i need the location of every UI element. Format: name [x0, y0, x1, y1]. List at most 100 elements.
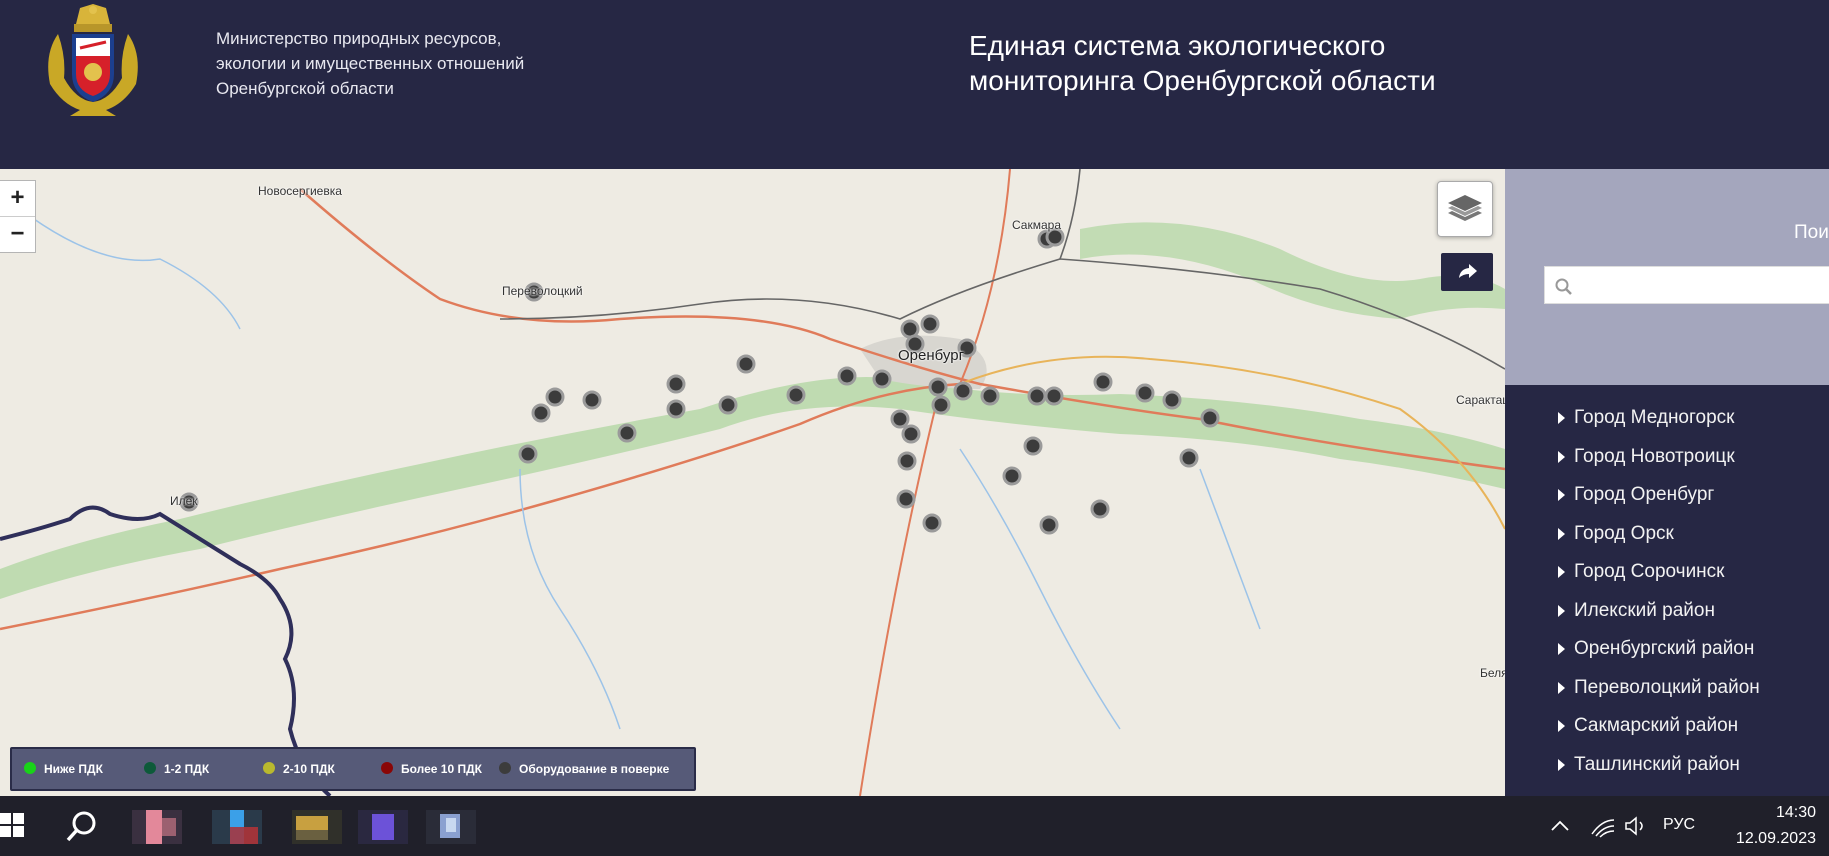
district-item[interactable]: Переволоцкий район: [1505, 674, 1760, 713]
monitoring-station-marker[interactable]: [531, 403, 551, 423]
monitoring-station-marker[interactable]: [582, 390, 602, 410]
district-item[interactable]: Город Новотроицк: [1505, 443, 1760, 482]
monitoring-station-marker[interactable]: [666, 399, 686, 419]
monitoring-station-marker[interactable]: [922, 513, 942, 533]
search-icon: [1555, 278, 1572, 295]
legend-item: Более 10 ПДК: [381, 749, 482, 789]
district-item[interactable]: Город Сорочинск: [1505, 558, 1760, 597]
monitoring-station-marker[interactable]: [1002, 466, 1022, 486]
clock-time[interactable]: 14:30: [1716, 804, 1816, 822]
monitoring-station-marker[interactable]: [1023, 436, 1043, 456]
monitoring-station-marker[interactable]: [931, 395, 951, 415]
legend-dot-icon: [263, 762, 275, 775]
taskbar-search-icon[interactable]: [62, 807, 102, 847]
caret-right-icon: [1558, 643, 1565, 655]
map-base-layer: [0, 169, 1505, 796]
ministry-line: Министерство природных ресурсов,: [216, 29, 502, 48]
zoom-control: + −: [0, 180, 36, 253]
town-label: Илек: [170, 494, 198, 508]
district-item[interactable]: Город Орск: [1505, 520, 1760, 559]
search-input[interactable]: [1544, 266, 1829, 304]
district-label: Переволоцкий район: [1574, 676, 1760, 698]
clock-date[interactable]: 12.09.2023: [1716, 830, 1816, 848]
district-sidebar: Пои Город Медногорск Город Новотроицк Го…: [1505, 169, 1829, 796]
monitoring-station-marker[interactable]: [837, 366, 857, 386]
district-item[interactable]: Илекский район: [1505, 597, 1760, 636]
district-list: Город Медногорск Город Новотроицк Город …: [1505, 404, 1760, 789]
monitoring-station-marker[interactable]: [1027, 386, 1047, 406]
monitoring-station-marker[interactable]: [1179, 448, 1199, 468]
search-label: Пои: [1794, 222, 1829, 243]
caret-right-icon: [1558, 681, 1565, 694]
caret-right-icon: [1558, 566, 1565, 578]
legend-dot-icon: [144, 762, 156, 775]
monitoring-station-marker[interactable]: [890, 409, 910, 429]
district-item[interactable]: Оренбургский район: [1505, 635, 1760, 674]
town-label: Новосергиевка: [258, 184, 342, 198]
monitoring-station-marker[interactable]: [1162, 390, 1182, 410]
legend-label: 1-2 ПДК: [164, 762, 210, 776]
site-header: Министерство природных ресурсов, экологи…: [0, 0, 1829, 169]
taskbar-app-icon[interactable]: [212, 810, 262, 844]
taskbar-app-icon[interactable]: [292, 810, 342, 844]
town-label: Переволоцкий: [502, 284, 583, 298]
monitoring-station-marker[interactable]: [896, 489, 916, 509]
monitoring-station-marker[interactable]: [617, 423, 637, 443]
district-item[interactable]: Город Медногорск: [1505, 404, 1760, 443]
share-button[interactable]: [1441, 253, 1493, 291]
town-label: Оренбург: [898, 347, 965, 364]
monitoring-station-marker[interactable]: [920, 314, 940, 334]
layers-button[interactable]: [1437, 181, 1493, 237]
monitoring-station-marker[interactable]: [1044, 386, 1064, 406]
monitoring-station-marker[interactable]: [718, 395, 738, 415]
monitoring-station-marker[interactable]: [1200, 408, 1220, 428]
caret-right-icon: [1558, 758, 1565, 771]
district-label: Илекский район: [1574, 599, 1715, 621]
town-label: Сакмара: [1012, 218, 1061, 232]
legend-dot-icon: [24, 762, 36, 775]
district-label: Город Сорочинск: [1574, 561, 1725, 582]
monitoring-station-marker[interactable]: [1093, 372, 1113, 392]
legend-label: Более 10 ПДК: [401, 762, 482, 776]
monitoring-station-marker[interactable]: [928, 377, 948, 397]
monitoring-station-marker[interactable]: [1090, 499, 1110, 519]
taskbar-app-icon[interactable]: [358, 810, 408, 844]
monitoring-station-marker[interactable]: [1039, 515, 1059, 535]
system-tray[interactable]: [1550, 810, 1660, 842]
monitoring-station-marker[interactable]: [545, 387, 565, 407]
monitoring-station-marker[interactable]: [518, 444, 538, 464]
legend-item: 2-10 ПДК: [263, 749, 335, 789]
monitoring-station-marker[interactable]: [901, 424, 921, 444]
monitoring-station-marker[interactable]: [872, 369, 892, 389]
search-panel: Пои: [1505, 169, 1829, 385]
monitoring-map[interactable]: Новосергиевка Переволоцкий Сакмара Оренб…: [0, 169, 1505, 796]
caret-right-icon: [1558, 450, 1565, 463]
map-legend: Ниже ПДК 1-2 ПДК 2-10 ПДК Более 10 ПДК О…: [10, 747, 696, 791]
windows-start-icon[interactable]: [0, 810, 26, 840]
town-label: Саракташ: [1456, 393, 1505, 407]
district-label: Сакмарский район: [1574, 715, 1739, 736]
zoom-in-button[interactable]: +: [0, 181, 35, 216]
monitoring-station-marker[interactable]: [953, 381, 973, 401]
district-item[interactable]: Город Оренбург: [1505, 481, 1760, 520]
site-title: Единая система экологического мониторинг…: [969, 28, 1436, 98]
monitoring-station-marker[interactable]: [980, 386, 1000, 406]
monitoring-station-marker[interactable]: [666, 374, 686, 394]
monitoring-station-marker[interactable]: [1135, 383, 1155, 403]
zoom-out-button[interactable]: −: [0, 216, 35, 252]
monitoring-station-marker[interactable]: [897, 451, 917, 471]
district-label: Ташлинский район: [1574, 753, 1740, 775]
town-label: Беля: [1480, 666, 1505, 680]
language-indicator[interactable]: РУС: [1663, 816, 1695, 834]
district-item[interactable]: Ташлинский район: [1505, 751, 1760, 790]
monitoring-station-marker[interactable]: [736, 354, 756, 374]
taskbar-app-icon[interactable]: [426, 810, 476, 844]
taskbar-app-icon[interactable]: [132, 810, 182, 844]
district-label: Город Орск: [1574, 522, 1674, 544]
windows-taskbar: РУС 14:30 12.09.2023: [0, 796, 1829, 856]
district-item[interactable]: Сакмарский район: [1505, 712, 1760, 751]
legend-item: Оборудование в поверке: [499, 749, 669, 789]
legend-dot-icon: [381, 762, 393, 775]
site-title-line: мониторинга Оренбургской области: [969, 65, 1436, 96]
monitoring-station-marker[interactable]: [786, 385, 806, 405]
